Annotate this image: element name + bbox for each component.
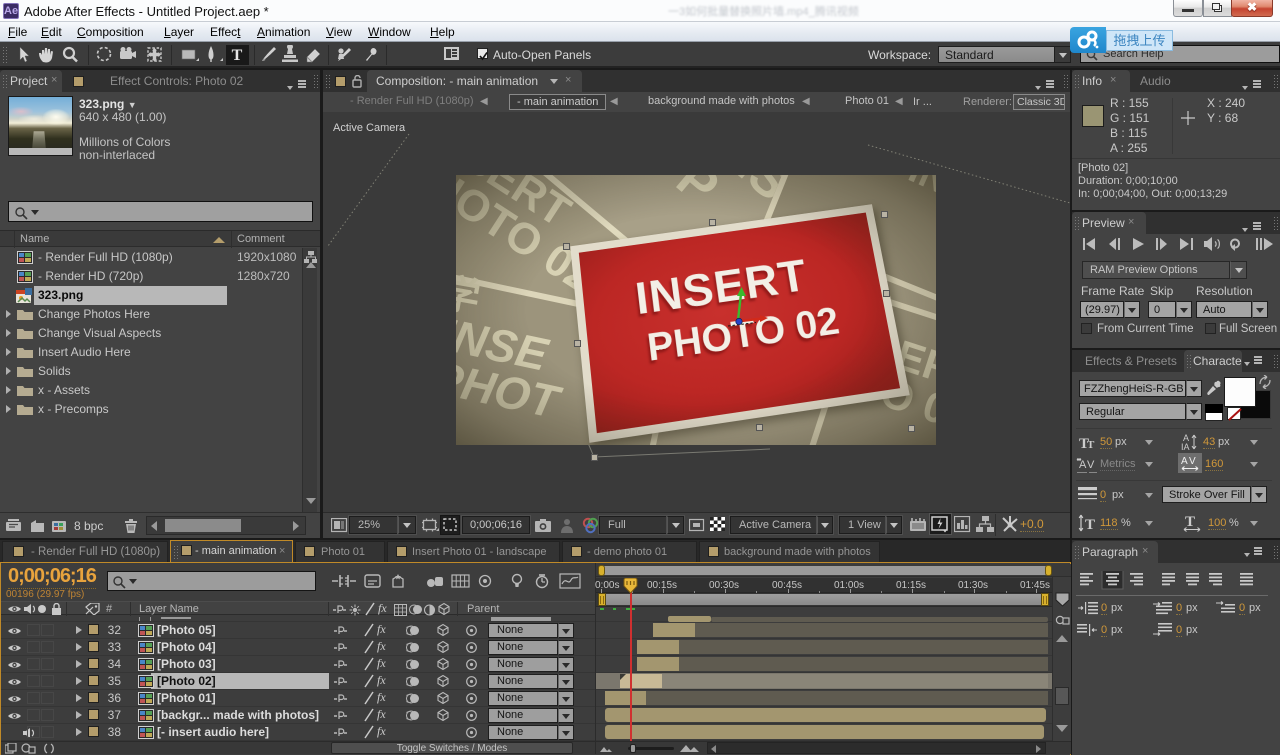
svg-text:A: A [1079,459,1087,471]
svg-text:V: V [1087,459,1095,471]
svg-text:V: V [1189,456,1196,467]
svg-text:A: A [1181,456,1188,467]
svg-text:T: T [232,47,243,64]
svg-text:T: T [1087,439,1095,450]
svg-text:T: T [1085,517,1095,533]
svg-text:IA: IA [1181,442,1190,452]
